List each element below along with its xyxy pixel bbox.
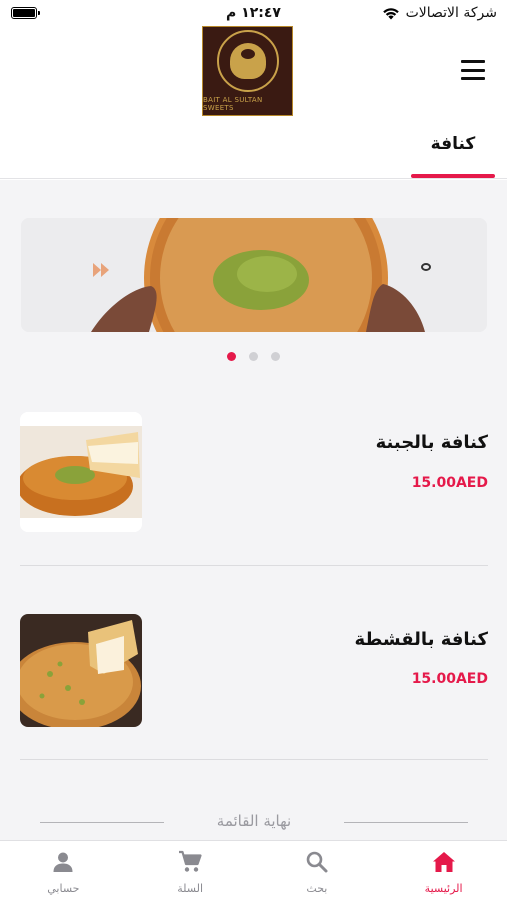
app-header: BAIT AL SULTAN SWEETS كنافة — [0, 26, 507, 180]
bottom-nav: الرئيسية بحث السلة حسابي — [0, 840, 507, 900]
nav-search[interactable]: بحث — [254, 841, 381, 900]
product-divider — [20, 759, 488, 760]
end-of-list-label: نهاية القائمة — [216, 812, 292, 830]
product-name: كنافة بالجبنة — [375, 432, 488, 453]
nav-cart[interactable]: السلة — [127, 841, 254, 900]
nav-cart-label: السلة — [177, 882, 203, 895]
nav-search-label: بحث — [306, 882, 328, 895]
kunafa-cheese-image — [20, 412, 142, 532]
nav-account[interactable]: حسابي — [0, 841, 127, 900]
search-icon — [306, 851, 328, 873]
product-thumbnail — [20, 412, 142, 532]
nav-account-label: حسابي — [47, 882, 80, 895]
status-bar: ١٢:٤٧ م شركة الاتصالات — [0, 0, 507, 26]
product-price: 15.00AED — [411, 475, 488, 491]
menu-icon-bar — [461, 77, 485, 80]
promo-banner[interactable] — [21, 218, 487, 332]
logo-emblem — [216, 30, 279, 92]
sultan-figure-icon — [229, 43, 266, 79]
logo-text: BAIT AL SULTAN SWEETS — [203, 96, 263, 112]
wifi-icon — [382, 7, 399, 19]
product-divider — [20, 565, 488, 566]
cart-icon — [179, 850, 202, 872]
banner-kunafa-image — [21, 218, 487, 332]
product-thumbnail — [20, 614, 142, 727]
product-name: كنافة بالقشطة — [354, 629, 488, 650]
kunafa-cream-image — [20, 614, 142, 727]
user-icon — [53, 852, 73, 872]
menu-icon-bar — [461, 68, 485, 72]
end-of-list: نهاية القائمة — [40, 812, 468, 834]
carousel-pagination — [0, 352, 507, 361]
carrier-info: شركة الاتصالات — [382, 5, 497, 21]
home-icon — [432, 852, 455, 872]
tab-kunafa[interactable]: كنافة — [411, 134, 495, 154]
product-price: 15.00AED — [411, 671, 488, 687]
nav-home-label: الرئيسية — [424, 882, 463, 895]
carousel-dot[interactable] — [271, 352, 280, 361]
carousel-dot[interactable] — [249, 352, 258, 361]
carrier-name: شركة الاتصالات — [405, 5, 497, 21]
product-item[interactable]: كنافة بالجبنة 15.00AED — [20, 412, 488, 566]
brand-logo[interactable]: BAIT AL SULTAN SWEETS — [202, 26, 293, 116]
header-divider — [0, 178, 507, 179]
carousel-dot[interactable] — [227, 352, 236, 361]
menu-icon-bar — [461, 60, 485, 63]
end-line-right — [344, 822, 468, 823]
product-item[interactable]: كنافة بالقشطة 15.00AED — [20, 612, 488, 762]
menu-button[interactable] — [461, 60, 485, 80]
nav-home[interactable]: الرئيسية — [380, 841, 507, 900]
